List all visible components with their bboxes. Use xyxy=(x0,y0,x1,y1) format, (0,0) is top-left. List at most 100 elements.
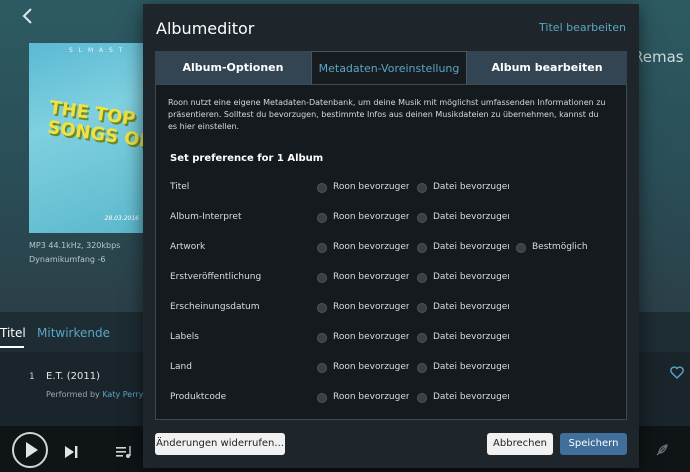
album-title-fragment: Remas xyxy=(633,48,684,66)
option-label: Datei bevorzugen xyxy=(433,272,509,282)
next-track-icon[interactable] xyxy=(63,444,79,458)
cancel-button[interactable]: Abbrechen xyxy=(487,433,553,455)
pref-row-label: Titel xyxy=(170,182,190,192)
option-label: Roon bevorzugen xyxy=(333,212,409,222)
dynamic-range: Dynamikumfang -6 xyxy=(29,255,106,264)
roon-preference-radio[interactable]: Roon bevorzugen xyxy=(317,271,409,287)
radio-circle[interactable] xyxy=(317,273,327,283)
pref-row-label: Land xyxy=(170,362,192,372)
radio-circle[interactable] xyxy=(317,393,327,403)
pref-row-album-artist: Album-Interpret Roon bevorzugen Datei be… xyxy=(156,209,626,229)
radio-circle[interactable] xyxy=(417,303,427,313)
edit-titles-link[interactable]: Titel bearbeiten xyxy=(539,21,626,34)
active-tab-indicator xyxy=(0,346,24,348)
radio-circle[interactable] xyxy=(417,393,427,403)
save-button[interactable]: Speichern xyxy=(560,433,627,455)
tab-mitwirkende[interactable]: Mitwirkende xyxy=(37,326,110,340)
album-editor-dialog: Albumeditor Titel bearbeiten Album-Optio… xyxy=(143,4,639,468)
roon-preference-radio[interactable]: Roon bevorzugen xyxy=(317,391,409,407)
performed-by-label: Performed by xyxy=(46,390,100,399)
pref-row-label: Erscheinungsdatum xyxy=(170,302,260,312)
radio-circle[interactable] xyxy=(417,183,427,193)
intro-text: Roon nutzt eine eigene Metadaten-Datenba… xyxy=(168,98,606,131)
option-label: Roon bevorzugen xyxy=(333,392,409,402)
radio-circle[interactable] xyxy=(317,243,327,253)
file-preference-radio[interactable]: Datei bevorzugen xyxy=(417,331,509,347)
option-label: Datei bevorzugen xyxy=(433,392,509,402)
pref-row-artwork: Artwork Roon bevorzugen Datei bevorzugen… xyxy=(156,239,626,259)
revert-changes-button[interactable]: Änderungen widerrufen... xyxy=(155,433,285,455)
tab-album-options[interactable]: Album-Optionen xyxy=(155,51,311,84)
feather-icon[interactable] xyxy=(655,443,669,461)
option-label: Roon bevorzugen xyxy=(333,332,409,342)
radio-circle[interactable] xyxy=(317,303,327,313)
file-preference-radio[interactable]: Datei bevorzugen xyxy=(417,301,509,317)
radio-circle[interactable] xyxy=(417,333,427,343)
back-chevron-icon[interactable] xyxy=(18,6,38,26)
option-label: Datei bevorzugen xyxy=(433,182,509,192)
pref-row-titel: Titel Roon bevorzugen Datei bevorzugen xyxy=(156,179,626,199)
file-preference-radio[interactable]: Datei bevorzugen xyxy=(417,361,509,377)
dialog-title: Albumeditor xyxy=(156,19,255,38)
radio-circle[interactable] xyxy=(317,363,327,373)
option-label: Datei bevorzugen xyxy=(433,362,509,372)
heart-icon[interactable] xyxy=(670,366,684,383)
pref-row-release-date: Erscheinungsdatum Roon bevorzugen Datei … xyxy=(156,299,626,319)
radio-circle[interactable] xyxy=(417,273,427,283)
tab-edit-album[interactable]: Album bearbeiten xyxy=(467,51,627,84)
option-label: Datei bevorzugen xyxy=(433,332,509,342)
file-preference-radio[interactable]: Datei bevorzugen xyxy=(417,241,509,257)
option-label: Bestmöglich xyxy=(532,242,588,252)
pref-row-label: Produktcode xyxy=(170,392,227,402)
option-label: Roon bevorzugen xyxy=(333,242,409,252)
pref-row-label: Artwork xyxy=(170,242,206,252)
play-button[interactable] xyxy=(12,432,48,468)
best-preference-radio[interactable]: Bestmöglich xyxy=(516,241,616,257)
file-preference-radio[interactable]: Datei bevorzugen xyxy=(417,211,509,227)
pref-row-first-release: Erstveröffentlichung Roon bevorzugen Dat… xyxy=(156,269,626,289)
queue-icon[interactable] xyxy=(116,444,134,458)
set-preference-heading: Set preference for 1 Album xyxy=(170,153,324,164)
pref-row-label: Labels xyxy=(170,332,199,342)
option-label: Datei bevorzugen xyxy=(433,242,509,252)
album-cover: S L M A S T THE TOP SONGS OF I 28.03.201… xyxy=(29,43,145,233)
option-label: Roon bevorzugen xyxy=(333,362,409,372)
artist-link[interactable]: Katy Perry xyxy=(102,390,143,399)
roon-preference-radio[interactable]: Roon bevorzugen xyxy=(317,331,409,347)
pref-row-label: Erstveröffentlichung xyxy=(170,272,262,282)
radio-circle[interactable] xyxy=(516,243,526,253)
option-label: Datei bevorzugen xyxy=(433,302,509,312)
audio-format: MP3 44.1kHz, 320kbps xyxy=(29,241,121,250)
option-label: Roon bevorzugen xyxy=(333,182,409,192)
track-title[interactable]: E.T. (2011) xyxy=(46,371,100,382)
radio-circle[interactable] xyxy=(317,333,327,343)
tab-titel[interactable]: Titel xyxy=(0,326,26,340)
pref-row-labels: Labels Roon bevorzugen Datei bevorzugen xyxy=(156,329,626,349)
roon-preference-radio[interactable]: Roon bevorzugen xyxy=(317,181,409,197)
radio-circle[interactable] xyxy=(417,213,427,223)
roon-preference-radio[interactable]: Roon bevorzugen xyxy=(317,301,409,317)
option-label: Datei bevorzugen xyxy=(433,212,509,222)
metadata-preference-panel: Roon nutzt eine eigene Metadaten-Datenba… xyxy=(155,84,627,420)
cover-top-text: S L M A S T xyxy=(69,47,125,54)
editor-tabs: Album-Optionen Metadaten-Voreinstellung … xyxy=(155,51,627,84)
file-preference-radio[interactable]: Datei bevorzugen xyxy=(417,271,509,287)
option-label: Roon bevorzugen xyxy=(333,272,409,282)
track-number: 1 xyxy=(29,372,35,382)
track-performer: Performed by Katy Perry xyxy=(46,390,143,399)
file-preference-radio[interactable]: Datei bevorzugen xyxy=(417,391,509,407)
option-label: Roon bevorzugen xyxy=(333,302,409,312)
roon-preference-radio[interactable]: Roon bevorzugen xyxy=(317,361,409,377)
pref-row-product-code: Produktcode Roon bevorzugen Datei bevorz… xyxy=(156,389,626,409)
radio-circle[interactable] xyxy=(317,213,327,223)
radio-circle[interactable] xyxy=(417,243,427,253)
pref-row-label: Album-Interpret xyxy=(170,212,242,222)
file-preference-radio[interactable]: Datei bevorzugen xyxy=(417,181,509,197)
radio-circle[interactable] xyxy=(417,363,427,373)
cover-date: 28.03.2016 xyxy=(104,215,139,222)
pref-row-country: Land Roon bevorzugen Datei bevorzugen xyxy=(156,359,626,379)
radio-circle[interactable] xyxy=(317,183,327,193)
tab-metadata-preference[interactable]: Metadaten-Voreinstellung xyxy=(311,51,467,84)
roon-preference-radio[interactable]: Roon bevorzugen xyxy=(317,211,409,227)
roon-preference-radio[interactable]: Roon bevorzugen xyxy=(317,241,409,257)
